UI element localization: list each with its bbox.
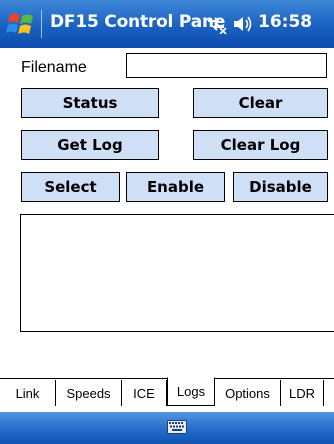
window-title: DF15 Control Pane [50, 12, 226, 32]
enable-button[interactable]: Enable [126, 172, 225, 202]
tab-link[interactable]: Link [0, 380, 56, 406]
bottom-menu-bar [0, 412, 334, 444]
clear-button[interactable]: Clear [193, 88, 328, 118]
filename-label: Filename [21, 59, 87, 76]
tab-options[interactable]: Options [215, 380, 281, 406]
tab-logs[interactable]: Logs [167, 377, 215, 406]
log-textarea[interactable] [20, 214, 334, 332]
volume-icon[interactable] [232, 14, 254, 34]
tab-ice[interactable]: ICE [122, 380, 167, 406]
filename-input[interactable] [126, 53, 327, 78]
connectivity-icon[interactable] [205, 14, 227, 34]
clear-log-button[interactable]: Clear Log [193, 130, 328, 160]
status-button[interactable]: Status [21, 88, 159, 118]
disable-button[interactable]: Disable [233, 172, 328, 202]
windows-logo-icon[interactable] [6, 9, 36, 39]
keyboard-icon[interactable] [167, 420, 187, 434]
tab-ldr[interactable]: LDR [281, 380, 324, 406]
clock[interactable]: 16:58 [258, 12, 312, 32]
select-button[interactable]: Select [21, 172, 120, 202]
title-separator [41, 10, 42, 38]
tab-speeds[interactable]: Speeds [56, 380, 122, 406]
get-log-button[interactable]: Get Log [21, 130, 159, 160]
title-bar: DF15 Control Pane 16:58 [0, 0, 334, 48]
